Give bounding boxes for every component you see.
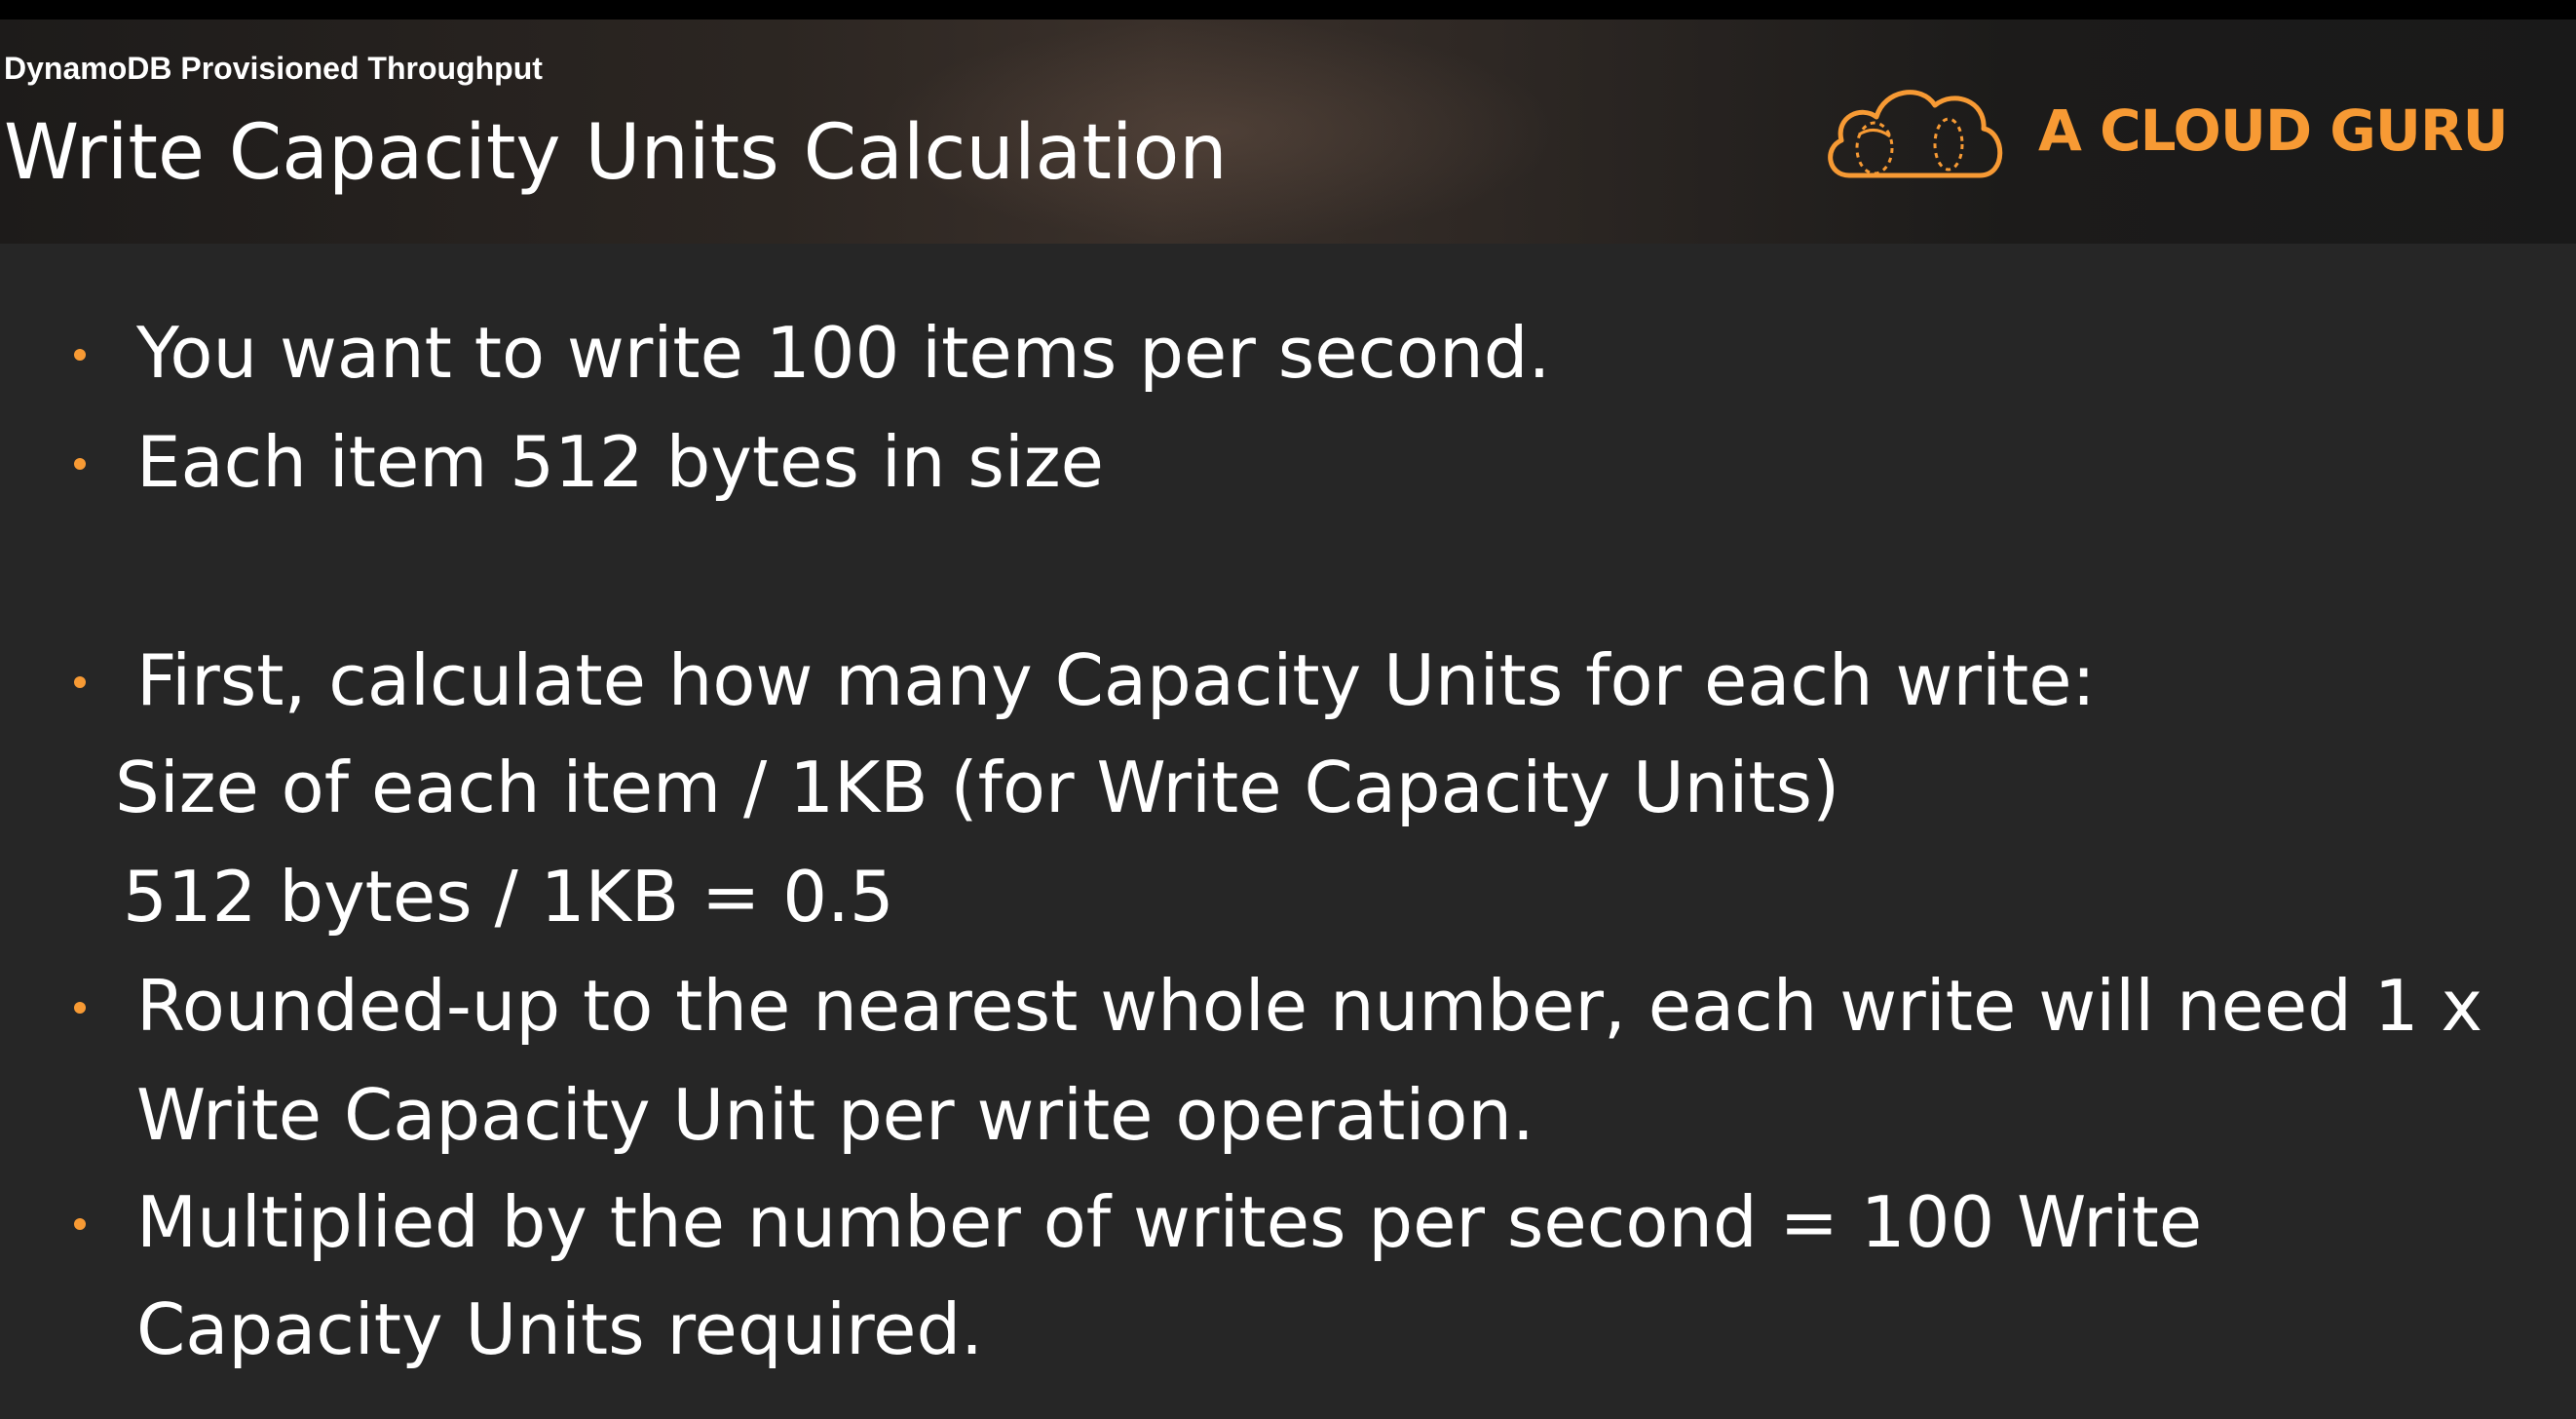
brand-name: A CLOUD GURU	[2038, 97, 2509, 164]
brand-logo: A CLOUD GURU	[1820, 76, 2509, 185]
breadcrumb: DynamoDB Provisioned Throughput	[4, 51, 543, 86]
page-title: Write Capacity Units Calculation	[4, 109, 1228, 197]
bullet-1	[74, 349, 86, 361]
bullet-text-2: Each item 512 bytes in size	[136, 421, 1104, 503]
bullet-text-1: You want to write 100 items per second.	[136, 312, 1551, 394]
bullet-3	[74, 676, 86, 688]
bullet-text-4-cont: Write Capacity Unit per write operation.	[136, 1074, 1534, 1156]
bullet-4	[74, 1002, 86, 1014]
bullet-text-5-cont: Capacity Units required.	[136, 1288, 984, 1370]
formula-line: Size of each item / 1KB (for Write Capac…	[115, 747, 1840, 828]
bullet-5	[74, 1218, 86, 1230]
bullet-2	[74, 458, 86, 470]
calculation-line: 512 bytes / 1KB = 0.5	[123, 856, 894, 938]
bullet-text-3: First, calculate how many Capacity Units…	[136, 639, 2096, 721]
cloud-icon	[1828, 90, 2003, 178]
bullet-text-4: Rounded-up to the nearest whole number, …	[136, 965, 2483, 1047]
top-strip	[0, 0, 2576, 19]
bullet-text-5: Multiplied by the number of writes per s…	[136, 1181, 2203, 1263]
